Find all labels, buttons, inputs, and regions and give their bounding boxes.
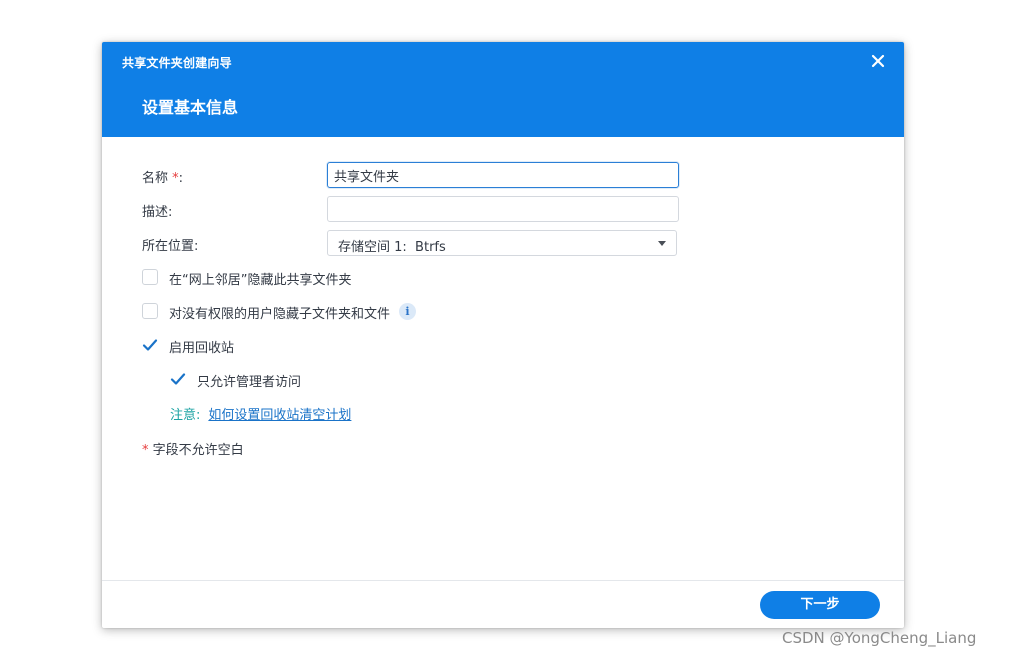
name-label: 名称 *: xyxy=(142,167,183,186)
required-note-text: 字段不允许空白 xyxy=(152,443,244,458)
watermark: CSDN @YongCheng_Liang xyxy=(782,629,977,647)
description-label: 描述: xyxy=(142,205,173,220)
recycle-bin-label: 启用回收站 xyxy=(169,341,235,356)
recycle-bin-checkbox[interactable] xyxy=(142,337,158,353)
next-button[interactable]: 下一步 xyxy=(760,591,880,619)
close-icon xyxy=(871,54,885,68)
location-label: 所在位置: xyxy=(142,239,199,254)
name-row: 名称 *: xyxy=(142,162,682,188)
description-row: 描述: xyxy=(142,196,682,222)
recycle-note: 注意: 如何设置回收站清空计划 xyxy=(170,404,351,423)
dialog-header: 共享文件夹创建向导 设置基本信息 xyxy=(102,42,904,137)
shared-folder-wizard-dialog: 共享文件夹创建向导 设置基本信息 名称 *: 描述: 所在位置: 存储空间 1:… xyxy=(102,42,904,628)
step-title: 设置基本信息 xyxy=(142,98,239,117)
hide-network-label: 在“网上邻居”隐藏此共享文件夹 xyxy=(169,273,352,288)
hide-subfolders-checkbox[interactable] xyxy=(142,303,158,319)
location-select[interactable]: 存储空间 1: Btrfs xyxy=(327,230,677,256)
name-label-text: 名称 xyxy=(142,171,169,186)
required-field-note: * 字段不允许空白 xyxy=(142,439,244,458)
admin-only-option[interactable]: 只允许管理者访问 xyxy=(170,370,370,390)
hide-subfolders-label: 对没有权限的用户隐藏子文件夹和文件 xyxy=(169,307,391,322)
footer-divider xyxy=(102,580,904,581)
checkmark-icon xyxy=(170,373,186,385)
description-input[interactable] xyxy=(327,196,679,222)
info-icon[interactable]: i xyxy=(399,303,416,320)
name-label-colon: : xyxy=(178,171,184,186)
name-input[interactable] xyxy=(327,162,679,188)
required-note-star: * xyxy=(142,443,149,458)
admin-only-checkbox[interactable] xyxy=(170,371,186,387)
hide-network-option[interactable]: 在“网上邻居”隐藏此共享文件夹 xyxy=(142,268,442,288)
hide-network-checkbox[interactable] xyxy=(142,269,158,285)
note-label: 注意: xyxy=(170,408,201,423)
page-background: 共享文件夹创建向导 设置基本信息 名称 *: 描述: 所在位置: 存储空间 1:… xyxy=(0,0,1025,660)
dialog-title: 共享文件夹创建向导 xyxy=(122,56,232,70)
location-select-value: 存储空间 1: Btrfs xyxy=(338,240,446,255)
recycle-schedule-link[interactable]: 如何设置回收站清空计划 xyxy=(208,408,351,423)
hide-subfolders-option[interactable]: 对没有权限的用户隐藏子文件夹和文件 i xyxy=(142,302,462,322)
caret-down-icon xyxy=(658,241,666,246)
recycle-bin-option[interactable]: 启用回收站 xyxy=(142,336,342,356)
checkmark-icon xyxy=(142,339,158,351)
location-row: 所在位置: 存储空间 1: Btrfs xyxy=(142,230,682,256)
close-button[interactable] xyxy=(870,53,886,69)
admin-only-label: 只允许管理者访问 xyxy=(197,375,302,390)
